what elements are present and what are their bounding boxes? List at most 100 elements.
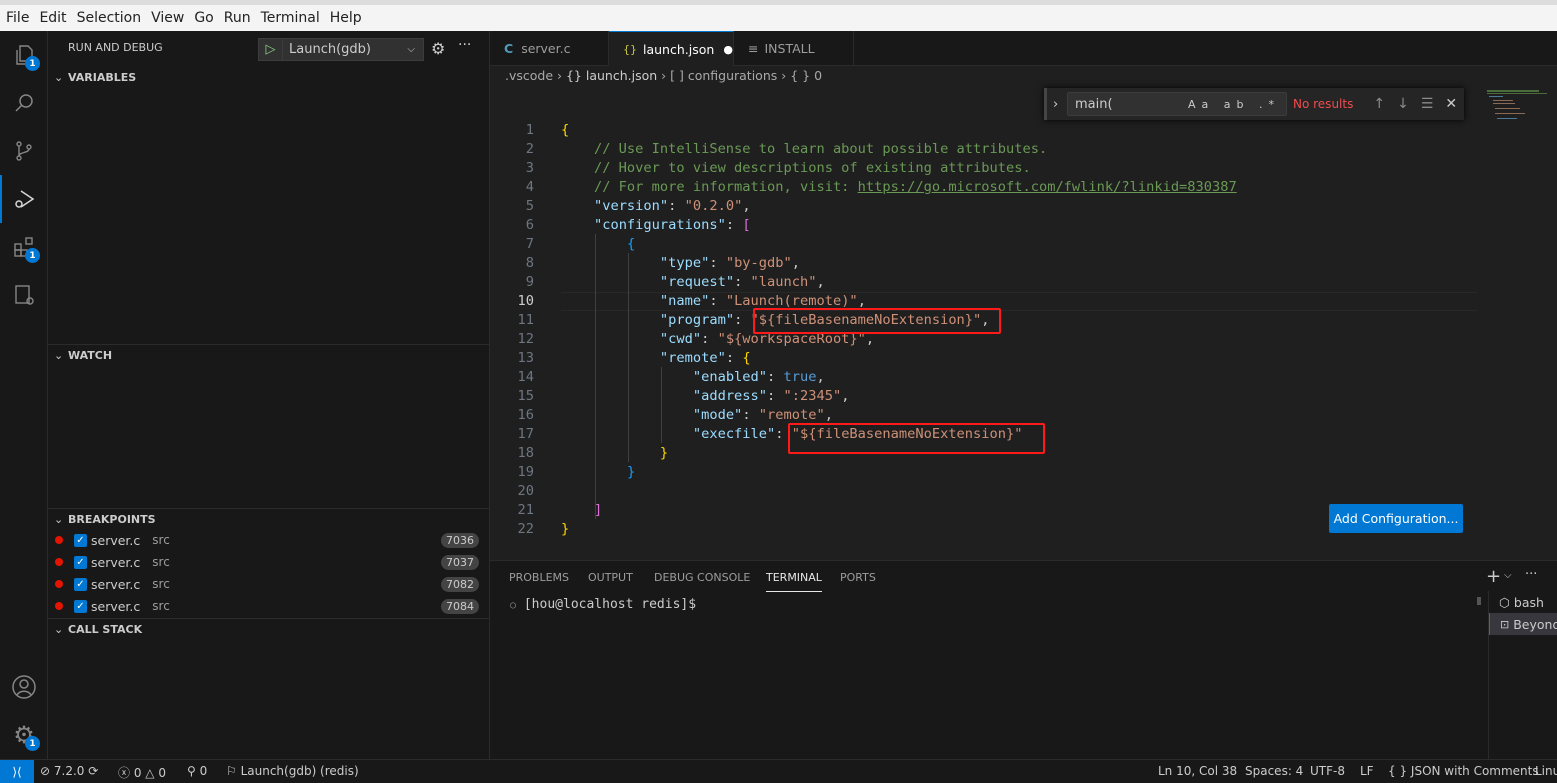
code-line[interactable]: }	[561, 520, 569, 539]
code-line[interactable]: ]	[561, 501, 602, 520]
breakpoint-checkbox[interactable]: ✓	[74, 577, 87, 591]
menu-terminal[interactable]: Terminal	[261, 10, 320, 26]
code-line[interactable]: }	[561, 463, 635, 482]
menu-view[interactable]: View	[151, 10, 184, 26]
new-terminal-icon[interactable]: +	[1486, 566, 1501, 587]
code-token: :	[709, 255, 726, 271]
line-number: 4	[525, 179, 534, 195]
tab-server-c[interactable]: Cserver.c	[490, 31, 609, 66]
code-line[interactable]: }	[561, 444, 668, 463]
code-line[interactable]: "address": ":2345",	[561, 387, 850, 406]
code-line[interactable]: // Hover to view descriptions of existin…	[561, 159, 1031, 178]
tab-terminal[interactable]: TERMINAL	[766, 571, 822, 592]
encoding[interactable]: UTF-8	[1310, 764, 1345, 778]
end-of-line[interactable]: LF	[1360, 764, 1374, 778]
code-line[interactable]: // For more information, visit: https://…	[561, 178, 1237, 197]
code-line[interactable]: "configurations": [	[561, 216, 751, 235]
unsaved-dot-icon[interactable]: ●	[723, 43, 733, 56]
breakpoint-file: server.c	[91, 576, 141, 592]
terminal-list: ⬡ bash ⊡ Beyond	[1488, 591, 1557, 760]
terminal-output[interactable]: ○ [hou@localhost redis]$	[510, 597, 696, 612]
cursor-position[interactable]: Ln 10, Col 38	[1158, 764, 1237, 778]
account-icon[interactable]	[0, 663, 48, 711]
tab-problems[interactable]: PROBLEMS	[509, 571, 569, 584]
next-match-icon[interactable]: ↓	[1397, 96, 1409, 112]
toggle-replace-icon[interactable]: ›	[1053, 97, 1058, 112]
gear-icon[interactable]: ⚙	[431, 39, 445, 58]
menu-file[interactable]: File	[6, 10, 29, 26]
chevron-down-icon[interactable]: ⌵	[1504, 570, 1512, 581]
minimap[interactable]	[1485, 88, 1557, 138]
terminal-item-beyond[interactable]: ⊡ Beyond	[1489, 613, 1557, 635]
extensions-icon[interactable]: 1	[0, 223, 48, 271]
previous-match-icon[interactable]: ↑	[1373, 96, 1385, 112]
breadcrumb-item[interactable]: { } 0	[790, 68, 822, 83]
launch-config-select[interactable]: ▷ Launch(gdb) ⌵	[258, 38, 424, 61]
terminal-item-bash[interactable]: ⬡ bash	[1489, 591, 1557, 613]
debug-launch-item[interactable]: ⚐ Launch(gdb) (redis)	[226, 764, 359, 778]
tab-launch-json[interactable]: {} launch.json ●	[609, 31, 734, 66]
code-line[interactable]: "type": "by-gdb",	[561, 254, 800, 273]
more-actions-icon[interactable]: ···	[1525, 567, 1537, 582]
code-line[interactable]: "remote": {	[561, 349, 751, 368]
find-options-icons[interactable]: Aa ab .*	[1188, 98, 1280, 111]
section-variables[interactable]: ⌄ VARIABLES	[48, 66, 489, 88]
language-mode[interactable]: { } JSON with Comments	[1388, 764, 1539, 778]
find-input[interactable]: main( Aa ab .*	[1067, 92, 1287, 116]
ports-item[interactable]: ⚲ 0	[187, 764, 207, 778]
code-line[interactable]: {	[561, 121, 569, 140]
code-line[interactable]: "version": "0.2.0",	[561, 197, 751, 216]
os-item[interactable]: Linu	[1535, 764, 1557, 778]
tab-ports[interactable]: PORTS	[840, 571, 876, 584]
version-item[interactable]: ⊘ 7.2.0 ⟳	[40, 764, 98, 778]
menu-go[interactable]: Go	[194, 10, 213, 26]
breakpoint-item[interactable]: ✓ server.c src 7036	[48, 529, 489, 551]
problems-item[interactable]: ⓧ 0 △ 0	[118, 764, 166, 781]
breadcrumb-item[interactable]: [ ] configurations	[670, 68, 777, 83]
source-control-icon[interactable]	[0, 127, 48, 175]
section-breakpoints[interactable]: ⌄ BREAKPOINTS	[48, 508, 489, 530]
indentation[interactable]: Spaces: 4	[1245, 764, 1303, 778]
breakpoint-checkbox[interactable]: ✓	[74, 555, 87, 569]
search-icon[interactable]	[0, 79, 48, 127]
code-line[interactable]: "request": "launch",	[561, 273, 825, 292]
tab-install[interactable]: ≡ INSTALL	[734, 31, 854, 66]
code-token: :	[668, 198, 685, 214]
explorer-icon[interactable]: 1	[0, 31, 48, 79]
menu-edit[interactable]: Edit	[39, 10, 66, 26]
code-line[interactable]: "enabled": true,	[561, 368, 825, 387]
breadcrumb-item[interactable]: {} launch.json	[566, 68, 657, 83]
more-actions-icon[interactable]: ···	[458, 37, 471, 53]
remote-explorer-icon[interactable]	[0, 271, 48, 319]
section-watch[interactable]: ⌄ WATCH	[48, 344, 489, 366]
find-input-value: main(	[1075, 96, 1113, 112]
code-line[interactable]: // Use IntelliSense to learn about possi…	[561, 140, 1047, 159]
find-in-selection-icon[interactable]: ☰	[1421, 96, 1434, 112]
breakpoint-item[interactable]: ✓ server.c src 7082	[48, 573, 489, 595]
start-debugging-icon[interactable]: ▷	[259, 39, 283, 60]
tab-debug-console[interactable]: DEBUG CONSOLE	[654, 571, 750, 584]
tab-label: server.c	[521, 41, 571, 56]
editor-tabs: Cserver.c {} launch.json ● ≡ INSTALL	[490, 31, 1557, 66]
breakpoint-checkbox[interactable]: ✓	[74, 599, 87, 613]
c-file-icon: C	[504, 41, 514, 56]
tab-output[interactable]: OUTPUT	[588, 571, 633, 584]
section-call-stack[interactable]: ⌄ CALL STACK	[48, 618, 489, 640]
settings-gear-icon[interactable]: ⚙ 1	[0, 711, 48, 759]
breakpoint-checkbox[interactable]: ✓	[74, 533, 87, 547]
menu-run[interactable]: Run	[224, 10, 251, 26]
code-token: :	[742, 407, 759, 423]
breadcrumb-item[interactable]: .vscode	[505, 68, 553, 83]
run-debug-icon[interactable]	[0, 175, 48, 223]
find-widget: › main(Aa ab .* No results ↑ ↓ ☰ ✕	[1044, 88, 1464, 120]
scrollbar[interactable]	[1477, 597, 1481, 605]
menu-help[interactable]: Help	[330, 10, 362, 26]
code-line[interactable]: {	[561, 235, 635, 254]
breakpoint-item[interactable]: ✓ server.c src 7084	[48, 595, 489, 617]
menu-selection[interactable]: Selection	[77, 10, 142, 26]
remote-indicator-icon[interactable]: ⟩⟨	[0, 760, 34, 783]
close-icon[interactable]: ✕	[1445, 96, 1457, 112]
breakpoint-item[interactable]: ✓ server.c src 7037	[48, 551, 489, 573]
add-configuration-button[interactable]: Add Configuration...	[1329, 504, 1463, 533]
